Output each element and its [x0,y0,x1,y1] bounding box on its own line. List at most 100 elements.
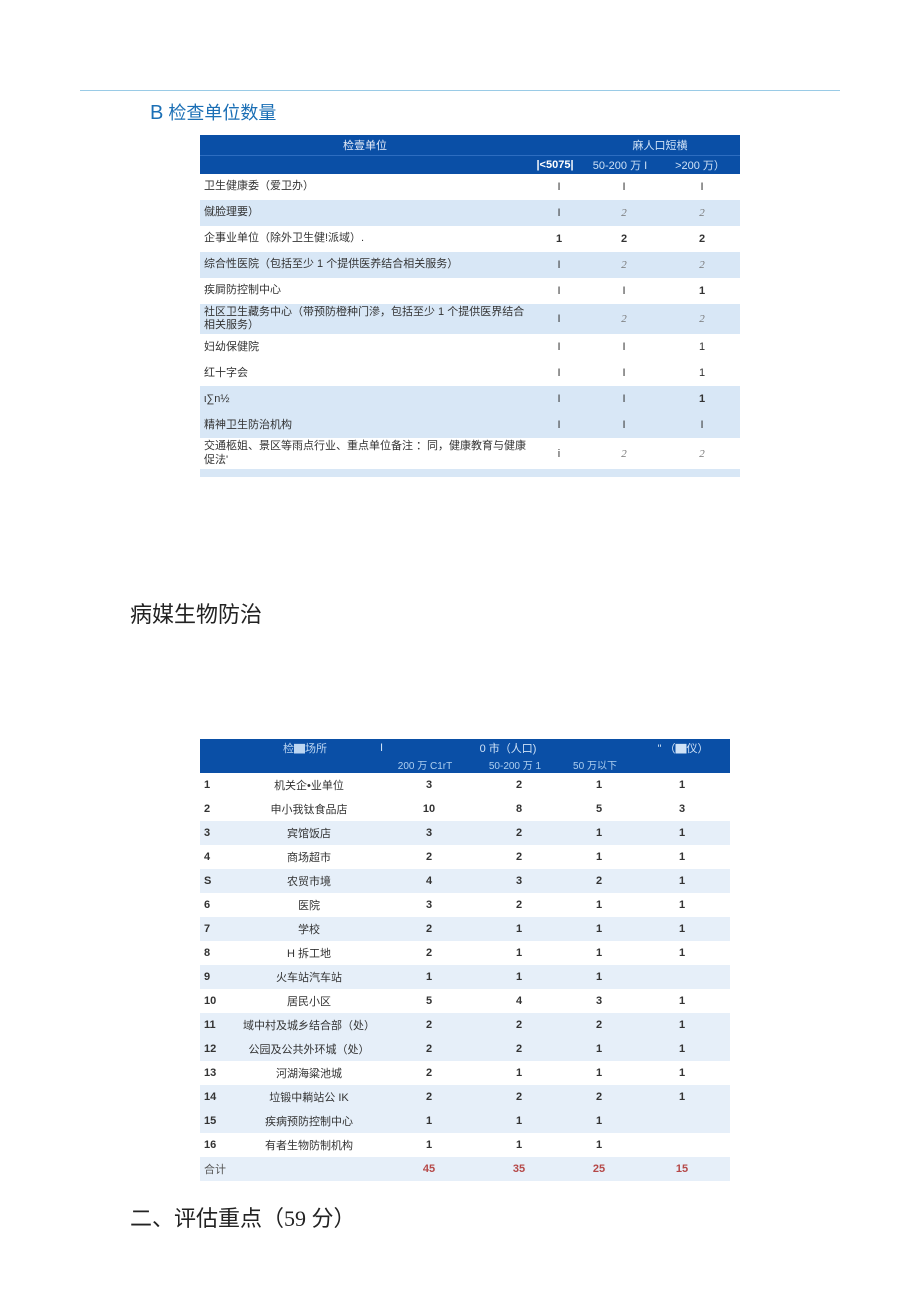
row-index: 6 [200,899,234,911]
table-inspection-units: 检壹单位 麻人口短横 |<5075| 50-200 万 I >200 万） 卫生… [200,135,740,477]
table-row: 3宾馆饭店3211 [200,821,730,845]
place-name: 疾病预防控制中心 [234,1113,384,1129]
row-index: 11 [200,1019,234,1031]
cell-c1: 2 [384,1067,474,1079]
cell-c3: 2 [664,259,740,271]
cell-c2: 1 [474,947,564,959]
title-b-text: 检查单位数量 [168,103,276,123]
place-name: 有者生物防制机构 [234,1137,384,1153]
col-last: " （▇仪） [636,740,730,756]
cell-c1: I [534,285,584,297]
cell-c4: 1 [634,947,730,959]
cell-c3: 2 [564,875,634,887]
cell-c2: 1 [474,1139,564,1151]
col-lt50w: 50 万以下 [560,757,630,772]
cell-c4: 1 [634,875,730,887]
cell-c1: 1 [384,1115,474,1127]
cell-c1: I [534,207,584,219]
table-row: 卫生健康委（爱卫办）III [200,174,740,200]
unit-name: 卫生健康委（爱卫办） [200,180,534,193]
table-row: 企事业单位（除外卫生健!派域）.122 [200,226,740,252]
table-row: 疾屙防控制中心II1 [200,278,740,304]
table-row: 6医院3211 [200,893,730,917]
cell-c1: I [534,181,584,193]
cell-c1: 2 [384,947,474,959]
cell-c1: 4 [384,875,474,887]
cell-c2: I [584,419,664,431]
cell-c2: I [584,367,664,379]
cell-c3: 1 [564,851,634,863]
cell-c4: 1 [634,995,730,1007]
unit-name: 妇幼保健院 [200,341,534,354]
row-index: 7 [200,923,234,935]
row-index: 9 [200,971,234,983]
row-index: 14 [200,1091,234,1103]
table-row: 14垃锻中耥站公 IK2221 [200,1085,730,1109]
cell-c2: 2 [584,313,664,325]
table1-header: 检壹单位 麻人口短横 |<5075| 50-200 万 I >200 万） [200,135,740,174]
cell-c3: 2 [564,1091,634,1103]
cell-c4: 1 [634,1019,730,1031]
cell-c2: 1 [474,1067,564,1079]
col-lt50: |<5075| [530,159,580,171]
table-row: 8H 拆工地2111 [200,941,730,965]
table-row: 10居民小区5431 [200,989,730,1013]
cell-c1: 2 [384,1043,474,1055]
table1-header-row2: |<5075| 50-200 万 I >200 万） [200,155,740,174]
col-unit: 检壹单位 [200,137,530,153]
row-index: 12 [200,1043,234,1055]
cell-c3: 1 [564,971,634,983]
cell-c2: 1 [474,923,564,935]
table-row: 15疾病预防控制中心111 [200,1109,730,1133]
cell-c1: 2 [384,1091,474,1103]
table2-body: 1机关企•业单位32112申小我钛食品店108533宾馆饭店32114商场超市2… [200,773,730,1157]
row-index: 8 [200,947,234,959]
table1-body: 卫生健康委（爱卫办）III僦脸理要）I22企事业单位（除外卫生健!派域）.122… [200,174,740,438]
row-index: 1 [200,779,234,791]
cell-c1: 5 [384,995,474,1007]
table1-footer-bar [200,469,740,477]
table-row: 社区卫生藏务中心（带预防橙种门滲，包括至少 1 个提供医界结合相关服务）I22 [200,304,740,334]
row-index: 10 [200,995,234,1007]
table2-total-row: 合计 45 35 25 15 [200,1157,730,1181]
place-name: 宾馆饭店 [234,825,384,841]
cell-c1: 3 [384,827,474,839]
place-name: 公园及公共外环城（处） [234,1041,384,1057]
table-vector-places: 检▇场所 I 0 市（人口) " （▇仪） 200 万 C1rT 50-200 … [200,739,730,1181]
cell-c2: 3 [474,875,564,887]
cell-c1: I [534,341,584,353]
cell-c3: 1 [564,1067,634,1079]
cell-c1: I [534,419,584,431]
title-b-letter: B [150,102,163,124]
table-row: 僦脸理要）I22 [200,200,740,226]
divider-top [80,90,840,91]
table-row: 4商场超市2211 [200,845,730,869]
cell-c3: 1 [564,1115,634,1127]
place-name: 学校 [234,921,384,937]
place-name: 居民小区 [234,993,384,1009]
col-gt200: >200 万） [660,157,740,173]
cell-c2: 1 [474,1115,564,1127]
unit-name: 精神卫生防治机构 [200,419,534,432]
cell-c2: 2 [474,1091,564,1103]
cell-c3: 1 [664,393,740,405]
cell-c1: I [534,313,584,325]
cell-c2: 2 [474,1043,564,1055]
cell-c1: 1 [384,1139,474,1151]
table-row: 12公园及公共外环城（处）2211 [200,1037,730,1061]
cell-c2: I [584,285,664,297]
cell-c3: 2 [564,1019,634,1031]
cell-c1: I [534,259,584,271]
place-name: 医院 [234,897,384,913]
cell-c2: 2 [584,233,664,245]
cell-c3: 5 [564,803,634,815]
footnote-c1: i [534,448,584,460]
place-name: H 拆工地 [234,945,384,961]
cell-c4: 1 [634,1043,730,1055]
cell-c1: I [534,367,584,379]
cell-c4: 3 [634,803,730,815]
cell-c2: 2 [474,899,564,911]
row-index: 16 [200,1139,234,1151]
table2-header: 检▇场所 I 0 市（人口) " （▇仪） 200 万 C1rT 50-200 … [200,739,730,773]
cell-c4: 1 [634,1067,730,1079]
